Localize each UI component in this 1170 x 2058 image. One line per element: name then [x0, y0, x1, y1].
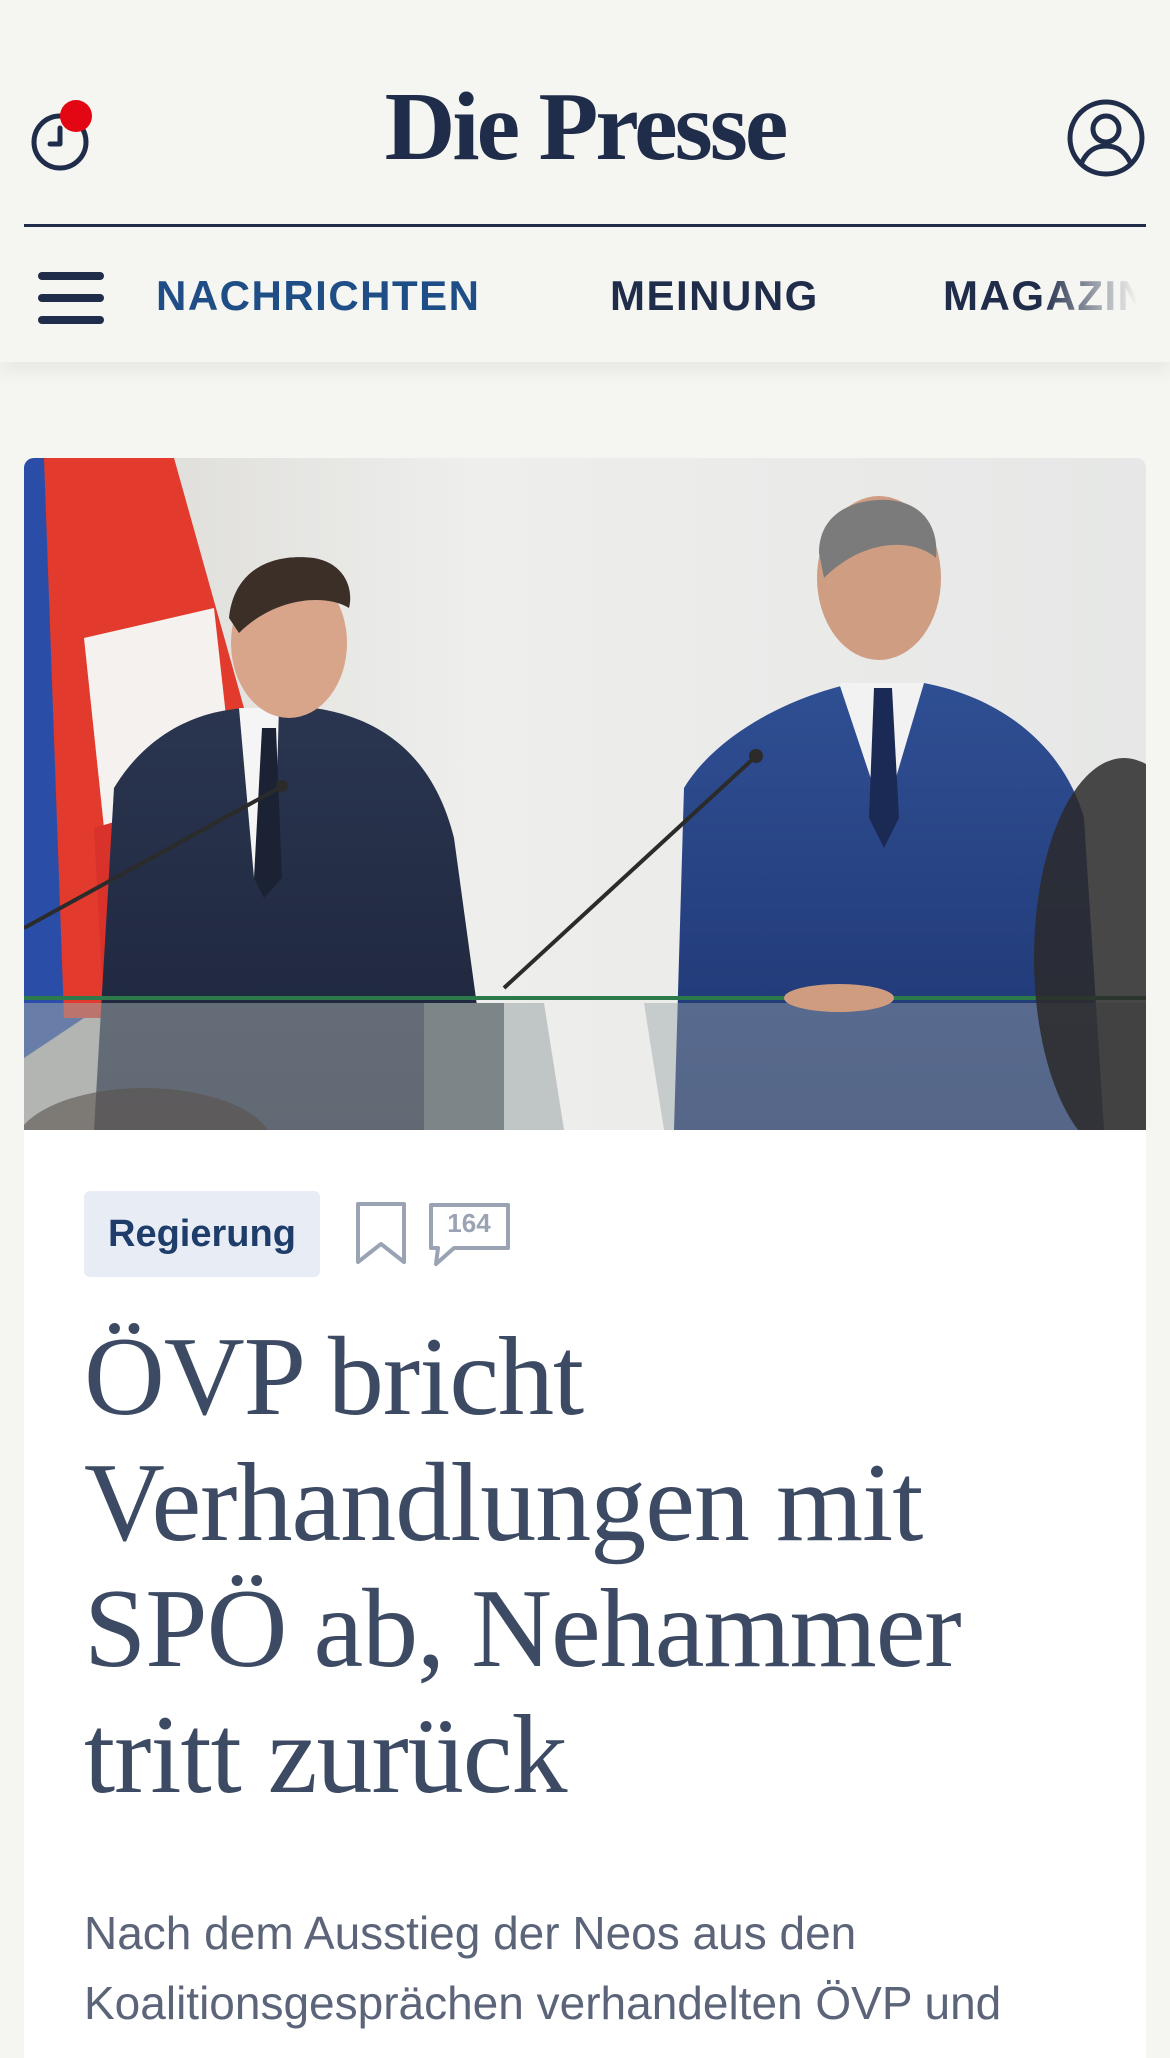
comments-count: 164 — [447, 1208, 491, 1238]
bookmark-icon[interactable] — [354, 1200, 408, 1268]
category-tag[interactable]: Regierung — [84, 1191, 320, 1277]
article-hero-image[interactable] — [24, 458, 1146, 1130]
bookmark-icon-glyph — [356, 1202, 406, 1264]
nav-scroll-fade — [1040, 240, 1170, 352]
article-lead: Nach dem Ausstieg der Neos aus den Koali… — [84, 1907, 1002, 2029]
article-teaser-card[interactable]: Regierung 164 ÖVP bricht Verhandlungen m… — [24, 458, 1146, 2058]
hamburger-menu-icon[interactable] — [38, 270, 106, 326]
article-headline[interactable]: ÖVP bricht Verhandlungen mit SPÖ ab, Neh… — [84, 1314, 1094, 1818]
nav-item-nachrichten[interactable]: NACHRICHTEN — [156, 270, 481, 322]
account-button[interactable] — [1066, 98, 1146, 178]
comments-button[interactable]: 164 — [428, 1202, 512, 1268]
user-icon — [1067, 99, 1145, 177]
section-nav: NACHRICHTEN MEINUNG MAGAZIN — [0, 240, 1170, 352]
site-logo[interactable]: Die Presse — [0, 78, 1170, 176]
header-divider — [24, 224, 1146, 227]
site-header: Die Presse NACHRICHTEN MEINUNG MAGAZIN — [0, 0, 1170, 362]
nav-item-meinung[interactable]: MEINUNG — [610, 270, 819, 322]
